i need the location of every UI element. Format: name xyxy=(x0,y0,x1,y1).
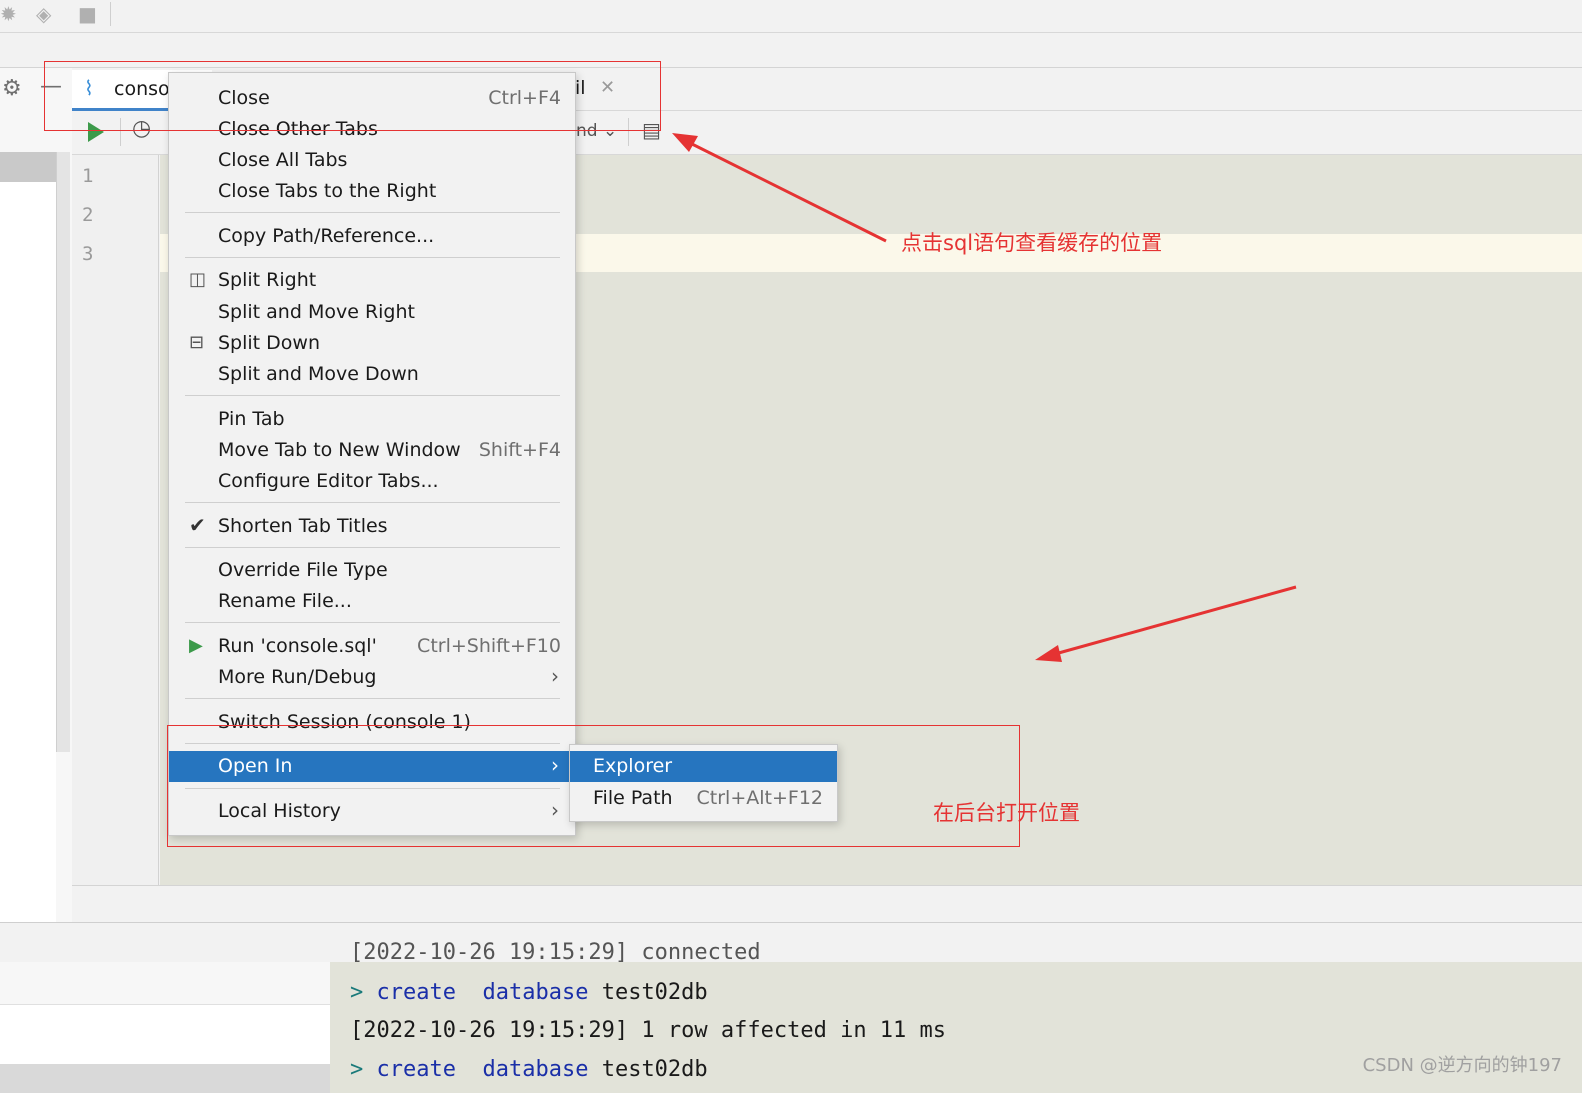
annotation-arrow-bottom xyxy=(1054,585,1297,656)
annotation-arrows xyxy=(672,133,1297,662)
annotation-arrowhead-bottom xyxy=(1035,645,1062,662)
annotation-arrow-top xyxy=(689,141,887,243)
annotation-arrowhead-top xyxy=(672,133,698,152)
